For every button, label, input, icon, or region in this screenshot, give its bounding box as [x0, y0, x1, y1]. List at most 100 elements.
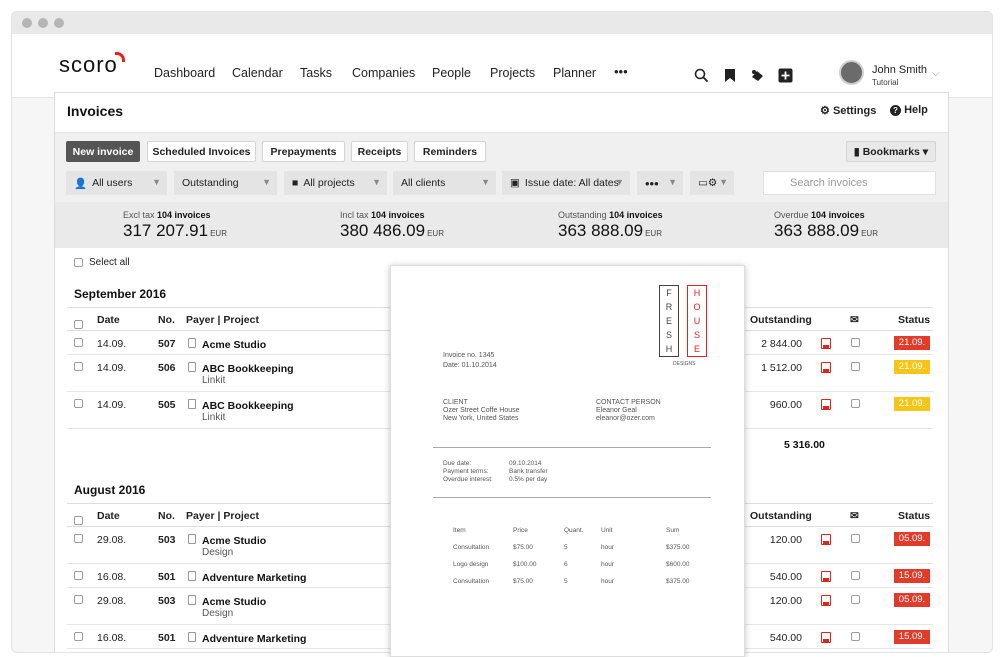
row-payer[interactable]: Acme Studio	[202, 596, 266, 608]
row-project[interactable]: Design	[202, 608, 233, 619]
row-checkbox[interactable]	[74, 534, 83, 543]
pdf-icon[interactable]	[821, 534, 831, 545]
select-all[interactable]: Select all	[74, 257, 130, 268]
row-payer[interactable]: ABC Bookkeeping	[202, 400, 294, 412]
total-incl-tax: Incl tax 104 invoices 380 486.09 EUR	[340, 210, 444, 241]
row-number[interactable]: 501	[158, 571, 176, 583]
column-no[interactable]: No.	[158, 314, 175, 326]
preview-item-cell: $75.00	[513, 544, 533, 551]
sent-checkbox[interactable]	[851, 632, 860, 641]
row-project[interactable]: Linkit	[202, 412, 225, 423]
user-name[interactable]: John Smith	[872, 64, 927, 76]
avatar[interactable]	[839, 60, 864, 85]
sent-checkbox[interactable]	[851, 571, 860, 580]
calendar-icon: ▣	[510, 177, 520, 189]
sent-checkbox[interactable]	[851, 595, 860, 604]
clients-filter[interactable]: All clients ▼	[393, 171, 496, 195]
row-project[interactable]: Linkit	[202, 375, 225, 386]
row-number[interactable]: 503	[158, 534, 176, 546]
nav-dashboard[interactable]: Dashboard	[154, 66, 215, 80]
row-number[interactable]: 505	[158, 399, 176, 411]
row-checkbox[interactable]	[74, 571, 83, 580]
sent-checkbox[interactable]	[851, 399, 860, 408]
new-invoice-button[interactable]: New invoice	[66, 141, 140, 162]
bookmark-icon[interactable]	[722, 67, 738, 83]
search-icon[interactable]	[693, 67, 709, 83]
settings-link[interactable]: ⚙ Settings	[820, 104, 876, 117]
add-new-icon[interactable]	[777, 67, 793, 83]
pdf-icon[interactable]	[821, 338, 831, 349]
total-value: 363 888.09	[558, 221, 644, 240]
sent-checkbox[interactable]	[851, 362, 860, 371]
more-filters-button[interactable]: ••• ▼	[637, 171, 683, 195]
row-number[interactable]: 503	[158, 595, 176, 607]
sent-checkbox[interactable]	[851, 534, 860, 543]
nav-projects[interactable]: Projects	[490, 66, 535, 80]
column-no[interactable]: No.	[158, 510, 175, 522]
bookmarks-dropdown[interactable]: ▮ Bookmarks ▾	[846, 141, 936, 162]
row-number[interactable]: 501	[158, 632, 176, 644]
select-all-checkbox[interactable]	[74, 258, 83, 267]
tab-scheduled-invoices[interactable]: Scheduled Invoices	[147, 141, 256, 162]
window-close-dot[interactable]	[22, 18, 32, 28]
row-checkbox[interactable]	[74, 399, 83, 408]
section-total: 5 316.00	[784, 439, 825, 451]
column-status[interactable]: Status	[898, 314, 930, 326]
column-status[interactable]: Status	[898, 510, 930, 522]
column-date[interactable]: Date	[97, 510, 120, 522]
help-link[interactable]: ? Help	[890, 104, 928, 116]
preview-item-cell: $75.00	[513, 578, 533, 585]
row-checkbox[interactable]	[74, 362, 83, 371]
row-outstanding: 2 844.00	[761, 338, 802, 350]
search-input[interactable]: Search invoices	[763, 171, 936, 195]
pdf-icon[interactable]	[821, 632, 831, 643]
scoro-logo[interactable]: scoro	[59, 52, 118, 78]
issue-date-filter[interactable]: ▣ Issue date: All dates ▼	[502, 171, 630, 195]
row-project[interactable]: Design	[202, 547, 233, 558]
tab-receipts[interactable]: Receipts	[351, 141, 408, 162]
nav-calendar[interactable]: Calendar	[232, 66, 283, 80]
window-minimize-dot[interactable]	[38, 18, 48, 28]
columns-toggle[interactable]: ▭⚙ ▼	[690, 171, 734, 195]
document-icon	[188, 632, 196, 642]
sent-checkbox[interactable]	[851, 338, 860, 347]
nav-companies[interactable]: Companies	[352, 66, 415, 80]
tab-prepayments[interactable]: Prepayments	[262, 141, 345, 162]
document-icon	[188, 595, 196, 605]
row-payer[interactable]: Adventure Marketing	[202, 633, 306, 645]
nav-more[interactable]: •••	[614, 64, 628, 79]
row-payer[interactable]: Adventure Marketing	[202, 572, 306, 584]
column-outstanding[interactable]: Outstanding	[750, 314, 812, 326]
projects-filter[interactable]: ■ All projects ▼	[284, 171, 387, 195]
notifications-icon[interactable]	[749, 67, 765, 83]
column-date[interactable]: Date	[97, 314, 120, 326]
total-value: 317 207.91	[123, 221, 209, 240]
column-outstanding[interactable]: Outstanding	[750, 510, 812, 522]
row-checkbox[interactable]	[74, 595, 83, 604]
pdf-icon[interactable]	[821, 399, 831, 410]
total-unit: EUR	[645, 229, 662, 238]
row-number[interactable]: 506	[158, 362, 176, 374]
row-payer[interactable]: Acme Studio	[202, 535, 266, 547]
column-payer[interactable]: Payer | Project	[186, 510, 259, 522]
row-checkbox[interactable]	[74, 632, 83, 641]
column-payer[interactable]: Payer | Project	[186, 314, 259, 326]
status-filter[interactable]: Outstanding ▼	[174, 171, 277, 195]
more-filters-label: •••	[645, 175, 659, 191]
nav-planner[interactable]: Planner	[553, 66, 596, 80]
chevron-down-icon[interactable]: ⌵	[932, 68, 940, 79]
nav-tasks[interactable]: Tasks	[300, 66, 332, 80]
window-zoom-dot[interactable]	[54, 18, 64, 28]
pdf-icon[interactable]	[821, 571, 831, 582]
status-badge: 21.09.	[894, 397, 930, 411]
row-checkbox[interactable]	[74, 338, 83, 347]
pdf-icon[interactable]	[821, 595, 831, 606]
tab-reminders[interactable]: Reminders	[414, 141, 486, 162]
row-number[interactable]: 507	[158, 338, 176, 350]
users-filter[interactable]: 👤 All users ▼	[66, 171, 167, 195]
nav-people[interactable]: People	[432, 66, 471, 80]
status-badge: 05.09.	[894, 593, 930, 607]
row-payer[interactable]: Acme Studio	[202, 339, 266, 351]
row-payer[interactable]: ABC Bookkeeping	[202, 363, 294, 375]
pdf-icon[interactable]	[821, 362, 831, 373]
